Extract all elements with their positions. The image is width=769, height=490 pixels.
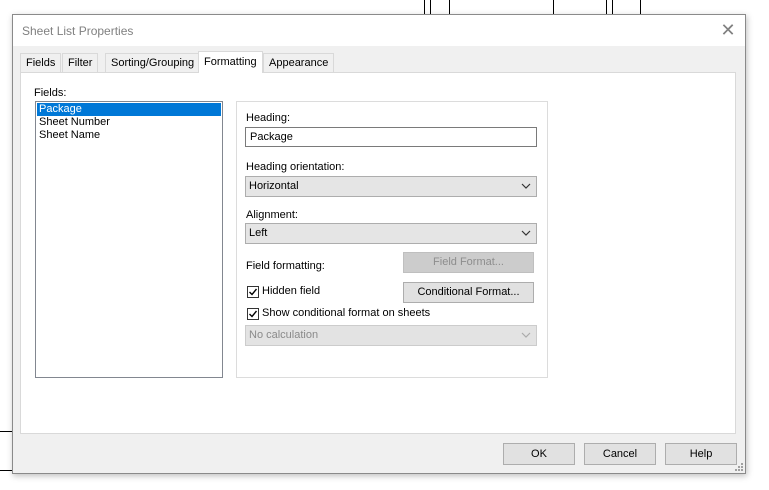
heading-orientation-label: Heading orientation: — [246, 161, 345, 173]
checkmark-icon — [249, 288, 258, 296]
list-item-sheet-name[interactable]: Sheet Name — [36, 129, 222, 142]
tab-formatting[interactable]: Formatting — [198, 51, 263, 73]
field-formatting-label: Field formatting: — [246, 260, 325, 272]
tab-label: Appearance — [269, 57, 329, 69]
hidden-field-checkbox[interactable] — [247, 286, 259, 298]
formatting-tab-panel: Fields: Package Sheet Number Sheet Name … — [20, 72, 736, 434]
calculation-value: No calculation — [249, 329, 319, 341]
alignment-select[interactable]: Left — [245, 223, 537, 244]
close-icon: ✕ — [720, 20, 736, 40]
heading-label: Heading: — [246, 112, 291, 124]
calculation-select[interactable]: No calculation — [245, 325, 537, 346]
background-line — [0, 470, 12, 471]
chevron-down-icon — [521, 230, 531, 236]
show-conditional-format-label: Show conditional format on sheets — [262, 307, 431, 319]
checkmark-icon — [249, 310, 258, 318]
resize-grip-icon[interactable] — [733, 461, 743, 471]
tab-label: Sorting/Grouping — [111, 57, 195, 69]
sheet-list-properties-dialog: Sheet List Properties ✕ Fields Filter So… — [12, 14, 746, 474]
tab-fields[interactable]: Fields — [20, 53, 62, 72]
heading-input[interactable] — [245, 127, 537, 147]
cancel-button[interactable]: Cancel — [584, 443, 656, 465]
alignment-label: Alignment: — [246, 209, 298, 221]
chevron-down-icon — [521, 332, 531, 338]
dialog-title: Sheet List Properties — [22, 24, 134, 38]
background-line — [0, 431, 12, 432]
chevron-down-icon — [521, 183, 531, 189]
show-conditional-format-checkbox[interactable] — [247, 308, 259, 320]
conditional-format-button[interactable]: Conditional Format... — [403, 282, 534, 303]
fields-list[interactable]: Package Sheet Number Sheet Name — [35, 101, 223, 378]
tab-sorting-grouping[interactable]: Sorting/Grouping — [105, 53, 201, 72]
list-item-sheet-number[interactable]: Sheet Number — [36, 116, 222, 129]
background-line — [553, 0, 554, 14]
formatting-group: Heading: Heading orientation: Horizontal… — [236, 101, 548, 378]
background-line — [606, 0, 607, 14]
background-line — [430, 0, 431, 14]
fields-label: Fields: — [34, 87, 67, 99]
help-button[interactable]: Help — [665, 443, 737, 465]
background-line — [424, 0, 425, 14]
background-line — [640, 0, 641, 14]
ok-button[interactable]: OK — [503, 443, 575, 465]
background-line — [449, 0, 450, 14]
background-line — [612, 0, 613, 14]
tab-appearance[interactable]: Appearance — [263, 53, 335, 72]
hidden-field-label: Hidden field — [262, 285, 321, 297]
heading-orientation-select[interactable]: Horizontal — [245, 176, 537, 197]
tab-label: Filter — [68, 57, 93, 69]
heading-orientation-value: Horizontal — [249, 180, 299, 192]
tab-label: Formatting — [204, 56, 257, 68]
tab-label: Fields — [26, 57, 56, 69]
close-button[interactable]: ✕ — [715, 19, 741, 41]
alignment-value: Left — [249, 227, 268, 239]
tab-filter[interactable]: Filter — [62, 53, 99, 72]
list-item-package[interactable]: Package — [37, 103, 221, 116]
field-format-button[interactable]: Field Format... — [403, 252, 534, 273]
title-bar[interactable]: Sheet List Properties ✕ — [13, 15, 745, 46]
